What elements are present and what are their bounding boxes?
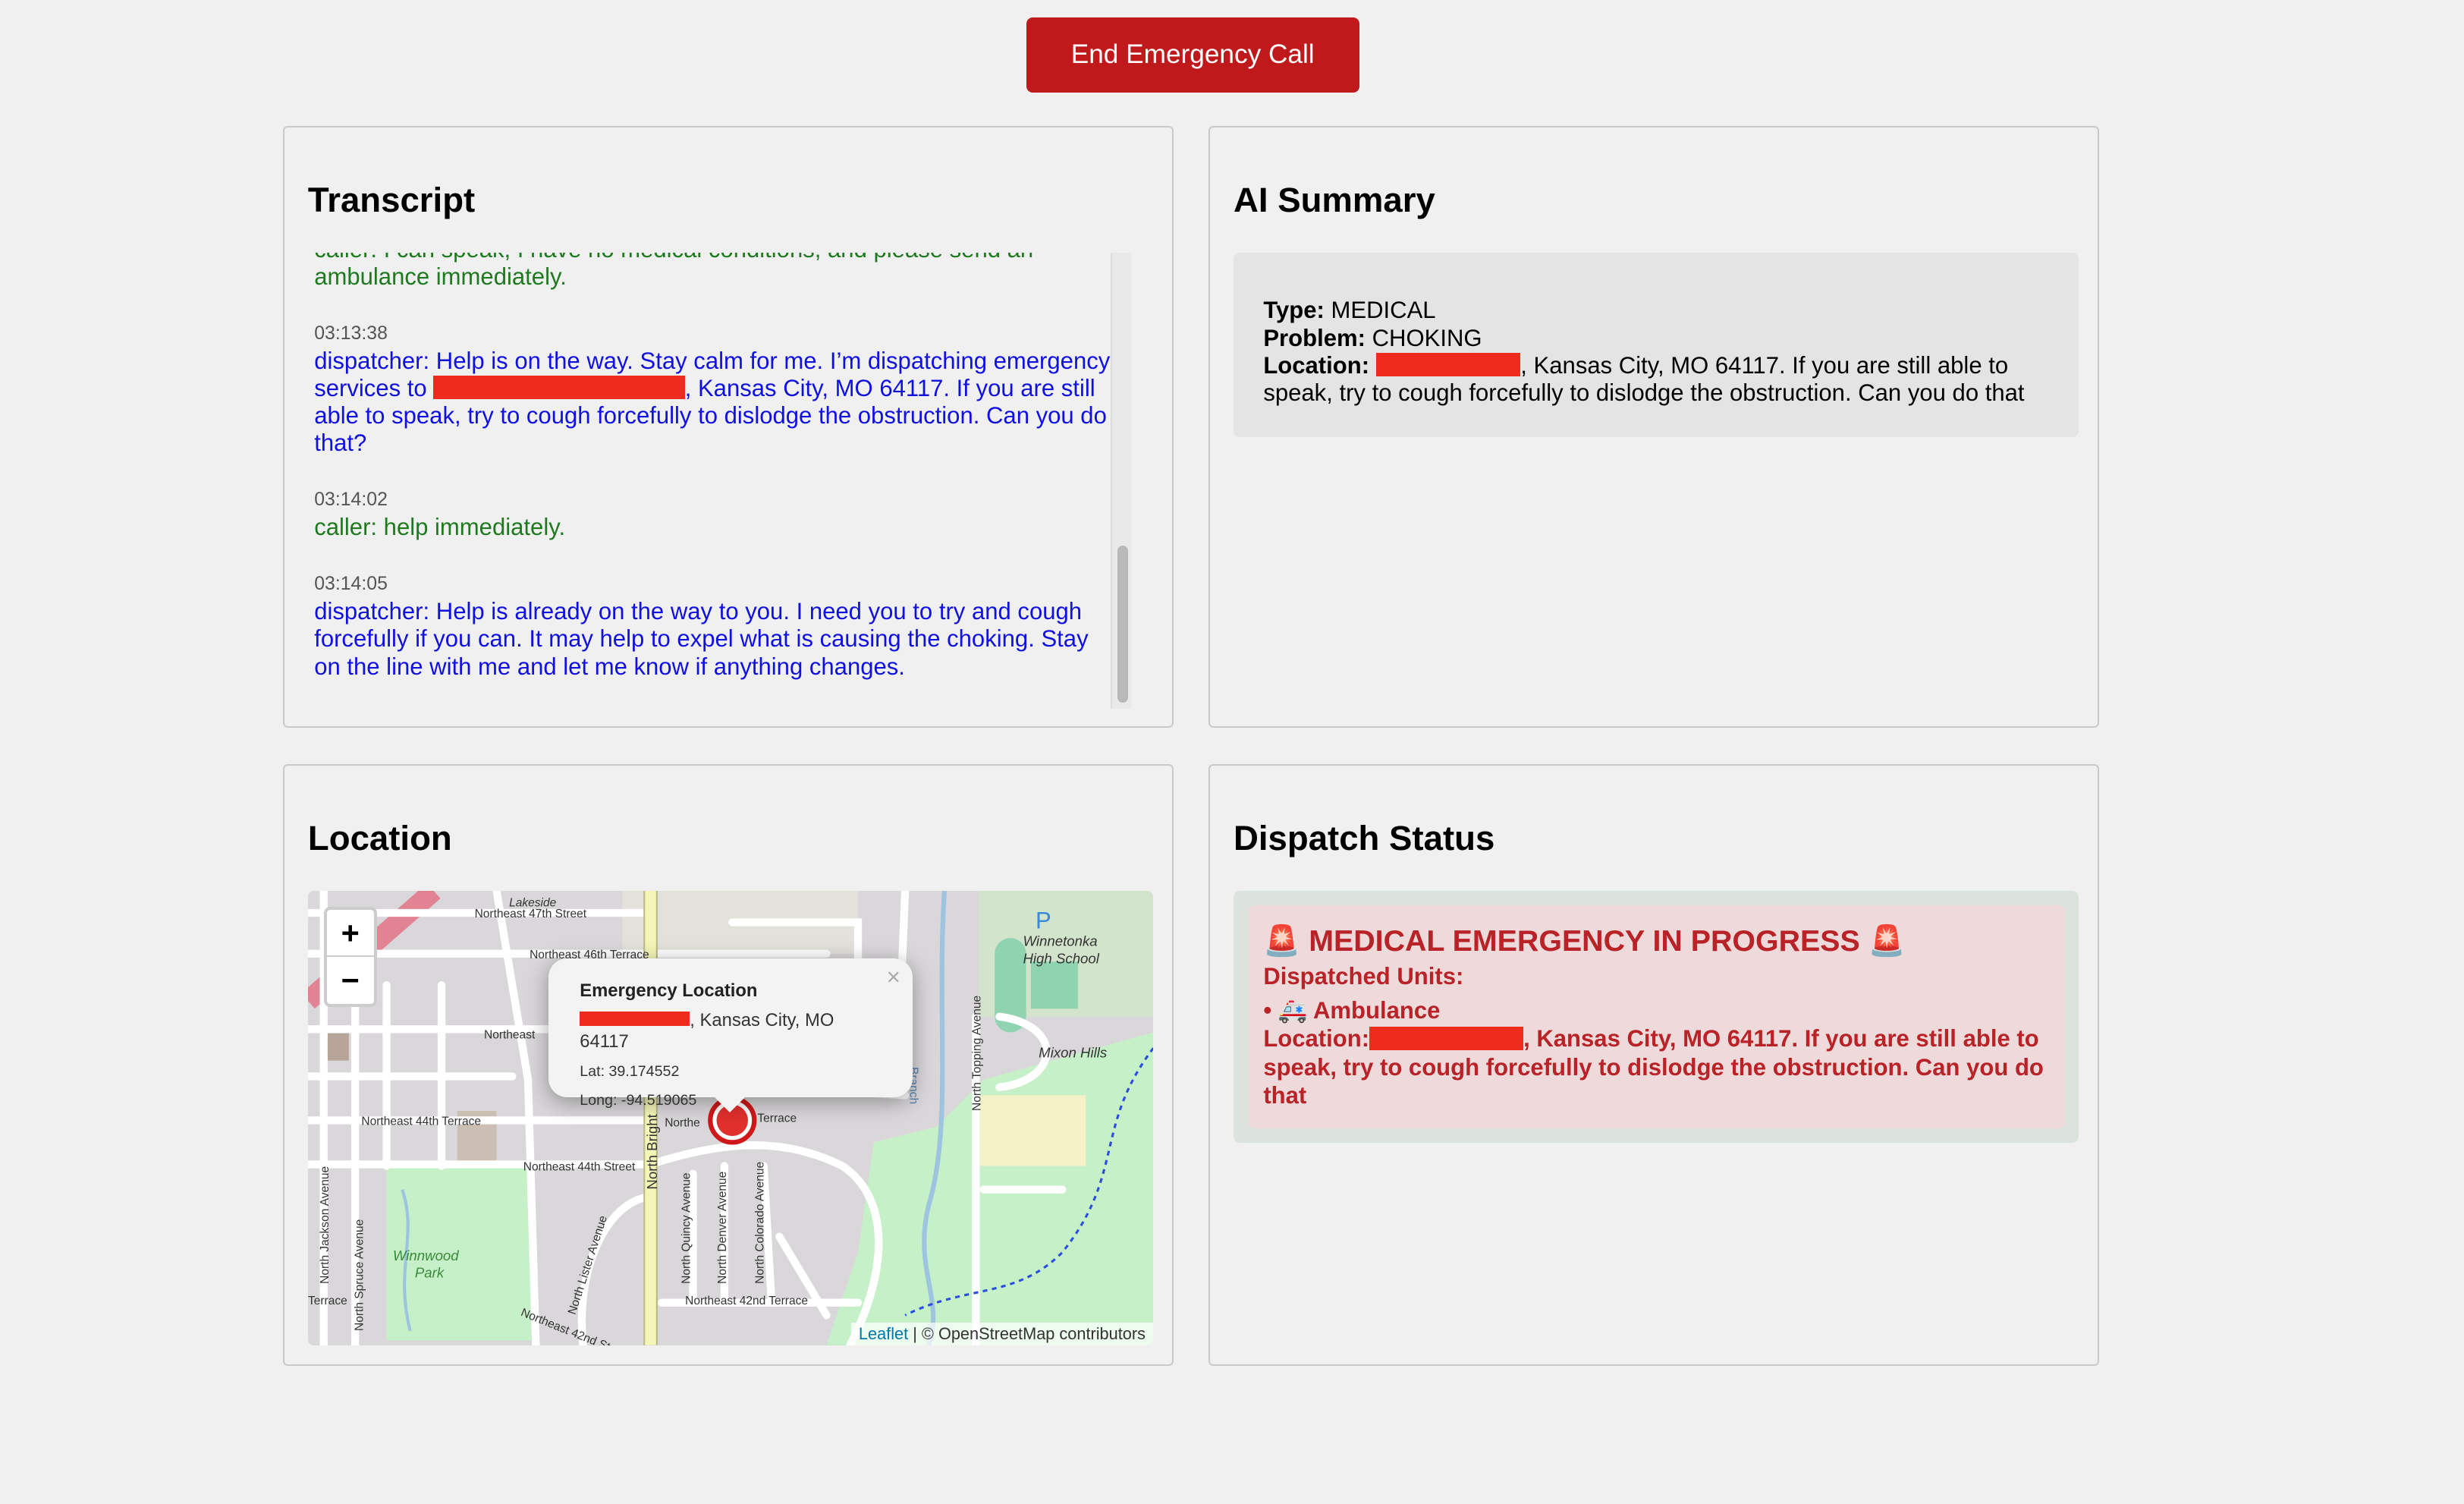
map[interactable]: Lakeside Northeast 47th Street Northeast…: [307, 891, 1154, 1346]
popup-lat: Lat: 39.174552: [580, 1063, 680, 1081]
redacted-address: [1375, 352, 1521, 377]
zoom-control: + −: [323, 907, 377, 1008]
osm-attribution: | © OpenStreetMap contributors: [913, 1323, 1146, 1343]
entry-message: dispatcher: Help is on the way. Stay cal…: [314, 348, 1115, 458]
map-label: North Quincy Avenue: [680, 1173, 693, 1284]
scrollbar[interactable]: [1111, 253, 1132, 710]
transcript-title: Transcript: [307, 181, 476, 220]
popup-title: Emergency Location: [580, 980, 758, 1002]
message-text: caller: help immediately.: [314, 514, 566, 541]
redacted-address: [433, 376, 685, 400]
map-label: North Topping Avenue: [970, 996, 983, 1111]
map-label: Northeast 47th Street: [474, 908, 586, 921]
map-label: Northe: [665, 1117, 700, 1130]
map-label: Mixon Hills: [1039, 1045, 1107, 1061]
ai-summary-panel: AI Summary Type: MEDICAL Problem: CHOKIN…: [1208, 125, 2100, 728]
map-label: Winnwood: [393, 1248, 459, 1263]
transcript-scroll[interactable]: caller: I can speak, I have no medical c…: [308, 253, 1153, 710]
transcript-entry: 03:13:38 dispatcher: Help is on the way. …: [314, 321, 1115, 458]
entry-timestamp: 03:14:02: [314, 489, 388, 511]
dispatch-status-title: Dispatch Status: [1233, 819, 1495, 858]
map-label: North Jackson Avenue: [319, 1166, 332, 1284]
ai-summary-title: AI Summary: [1233, 181, 1435, 220]
transcript-entry: caller: I can speak, I have no medical c…: [314, 253, 1115, 291]
message-text: dispatcher: Help is already on the way t…: [314, 598, 1089, 680]
transcript-panel: Transcript caller: I can speak, I have n…: [282, 125, 1174, 728]
redacted-address: [580, 1012, 690, 1026]
leaflet-link[interactable]: Leaflet: [859, 1324, 908, 1343]
redacted-address: [1369, 1026, 1524, 1050]
summary-box: Type: MEDICAL Problem: CHOKING Location:…: [1233, 253, 2079, 437]
dispatch-location-label: Location:: [1263, 1025, 1370, 1052]
emergency-heading: 🚨 MEDICAL EMERGENCY IN PROGRESS 🚨: [1263, 923, 1906, 958]
map-label: Northeast 44th Street: [523, 1161, 636, 1174]
map-label: Winnetonka: [1023, 933, 1097, 949]
map-label: Terrace: [757, 1112, 797, 1125]
transcript-entry: 03:14:05 dispatcher: Help is already on t…: [314, 571, 1115, 681]
app-root: End Emergency Call Transcript caller: I …: [0, 0, 2464, 1504]
unit-item-ambulance: • 🚑 Ambulance: [1263, 997, 1441, 1024]
location-panel: Location Lakeside Northeast 47th Street …: [282, 763, 1174, 1367]
entry-message: caller: help immediately.: [314, 514, 1115, 541]
dispatch-status-panel: Dispatch Status 🚨 MEDICAL EMERGENCY IN P…: [1208, 763, 2100, 1367]
zoom-in-button[interactable]: +: [326, 910, 374, 958]
map-popup: × Emergency Location , Kansas City, MO 6…: [548, 958, 913, 1112]
problem-value: CHOKING: [1372, 324, 1482, 351]
transcript-entry: 03:14:02 caller: help immediately.: [314, 487, 1115, 541]
map-label: Terrace: [308, 1295, 347, 1307]
location-title: Location: [307, 819, 452, 858]
problem-label: Problem:: [1263, 324, 1366, 351]
map-label: North Denver Avenue: [716, 1172, 729, 1284]
dispatched-units-label: Dispatched Units:: [1263, 962, 1464, 990]
type-label: Type:: [1263, 297, 1325, 324]
dispatch-alert: 🚨 MEDICAL EMERGENCY IN PROGRESS 🚨 Dispat…: [1247, 905, 2065, 1129]
entry-timestamp: 03:14:05: [314, 573, 388, 594]
scrollbar-thumb[interactable]: [1117, 545, 1129, 703]
map-label: Northeast: [484, 1029, 536, 1042]
message-text: caller: I can speak, I have no medical c…: [314, 253, 1033, 290]
location-label: Location:: [1263, 351, 1370, 379]
zoom-out-button[interactable]: −: [327, 957, 374, 1004]
map-label: Park: [415, 1265, 445, 1281]
map-label: Northeast 44th Terrace: [361, 1115, 481, 1128]
map-label: High School: [1023, 951, 1099, 967]
map-attribution: Leaflet | © OpenStreetMap contributors: [850, 1322, 1154, 1346]
map-label: North Bright: [644, 1114, 660, 1190]
map-label: North Spruce Avenue: [353, 1219, 366, 1331]
entry-message: caller: I can speak, I have no medical c…: [314, 253, 1115, 291]
entry-message: dispatcher: Help is already on the way t…: [314, 598, 1115, 681]
popup-close-button[interactable]: ×: [887, 964, 900, 991]
map-label: Northeast 42nd Terrace: [685, 1295, 808, 1307]
map-label: North Colorado Avenue: [754, 1162, 767, 1284]
entry-timestamp: 03:13:38: [314, 323, 388, 344]
dispatch-status-box: 🚨 MEDICAL EMERGENCY IN PROGRESS 🚨 Dispat…: [1233, 891, 2079, 1143]
transcript-list: caller: I can speak, I have no medical c…: [314, 253, 1115, 680]
type-value: MEDICAL: [1331, 297, 1436, 324]
popup-tip: [713, 1096, 747, 1112]
parking-icon: P: [1036, 908, 1051, 934]
end-emergency-call-button[interactable]: End Emergency Call: [1026, 17, 1359, 93]
